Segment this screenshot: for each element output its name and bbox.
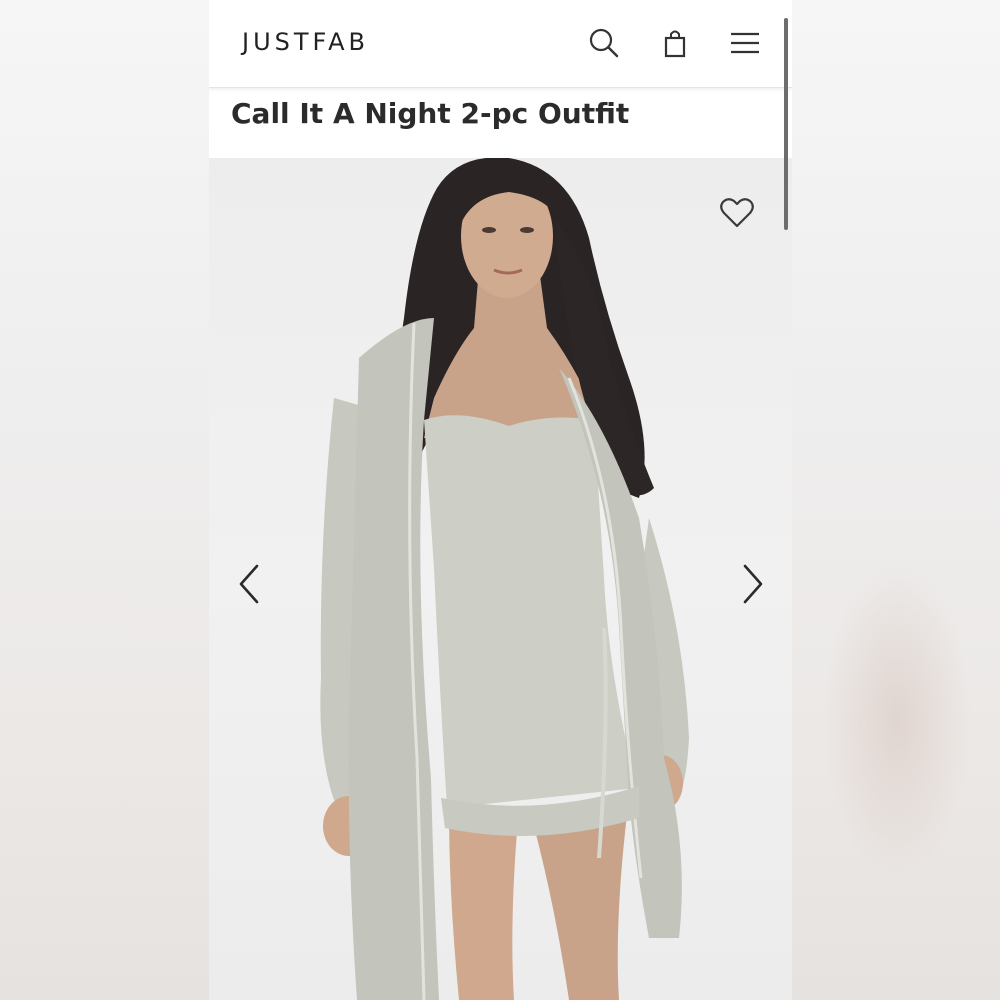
- hamburger-menu-icon[interactable]: [728, 26, 762, 60]
- product-photo: [320, 158, 689, 1000]
- site-header: JUSTFAB: [209, 0, 792, 88]
- chevron-right-icon[interactable]: [735, 558, 771, 610]
- search-icon[interactable]: [587, 26, 621, 60]
- product-image-carousel[interactable]: [209, 158, 792, 1000]
- chevron-left-icon[interactable]: [231, 558, 267, 610]
- heart-icon[interactable]: [719, 196, 755, 230]
- background-right-blur: [792, 0, 1000, 1000]
- scrollbar[interactable]: [784, 18, 788, 230]
- mobile-screen: JUSTFAB Call It A Night 2-pc Outfit: [209, 0, 792, 1000]
- site-logo[interactable]: JUSTFAB: [242, 28, 369, 56]
- shopping-bag-icon[interactable]: [658, 26, 692, 60]
- background-left-blur: [0, 0, 209, 1000]
- product-title: Call It A Night 2-pc Outfit: [231, 97, 630, 130]
